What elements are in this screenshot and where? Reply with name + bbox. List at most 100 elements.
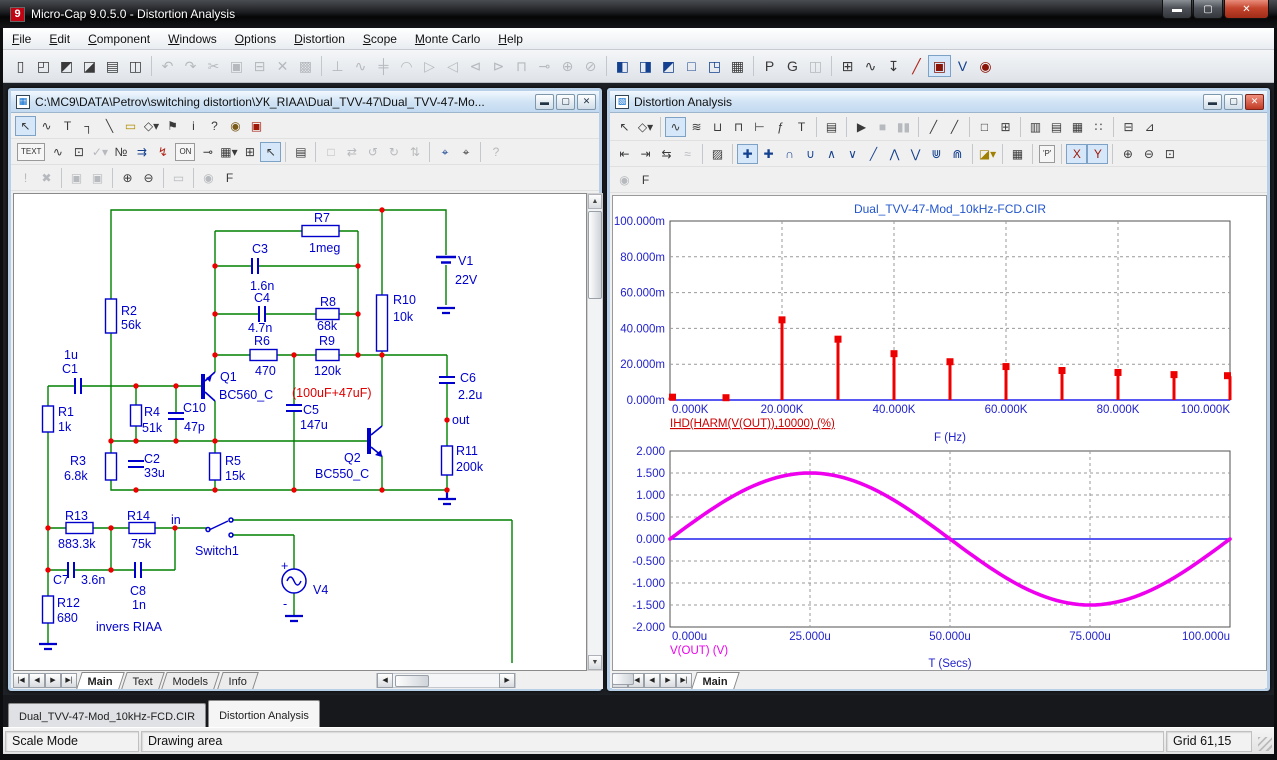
component-editor-icon[interactable]: P (758, 55, 781, 77)
valley-icon[interactable]: ∪ (800, 144, 821, 164)
border-display-icon[interactable]: ⊞ (239, 142, 260, 162)
print-icon[interactable]: ▤ (101, 55, 124, 77)
cut-icon[interactable]: ✂ (202, 55, 225, 77)
capacitor-C4[interactable] (259, 306, 265, 322)
page-nav-3[interactable]: ▶ (660, 673, 676, 688)
copy-page-icon[interactable]: ▣ (87, 168, 108, 188)
grid-horizontal-icon[interactable]: ▤ (1046, 117, 1067, 137)
capacitor-C3[interactable] (252, 258, 258, 274)
models-f-icon[interactable]: F (635, 170, 656, 190)
calculator-icon[interactable]: ▦ (726, 55, 749, 77)
child-minimize-button[interactable]: ▬ (535, 94, 554, 110)
next-waveform-icon[interactable]: ≋ (686, 117, 707, 137)
node-numbers-icon[interactable]: № (110, 142, 131, 162)
paste-icon[interactable]: ⊟ (248, 55, 271, 77)
signal-tool-icon[interactable]: ⊘ (579, 55, 602, 77)
switch-blade[interactable] (209, 521, 228, 530)
schematic-window[interactable]: ▦ C:\MC9\DATA\Petrov\switching distortio… (8, 88, 602, 691)
zoom-in-icon[interactable]: ⊕ (1117, 144, 1138, 164)
grid-display-icon[interactable]: ▦▾ (218, 142, 239, 162)
data-points-icon[interactable]: □ (974, 117, 995, 137)
power-display-icon[interactable]: ↯ (152, 142, 173, 162)
page-tab-models[interactable]: Models (161, 672, 220, 689)
x-range-icon[interactable]: X (1066, 144, 1087, 164)
select-mode-icon[interactable]: ↖ (614, 117, 635, 137)
package-editor-icon[interactable]: ◫ (804, 55, 827, 77)
resistor-R8[interactable] (316, 309, 339, 320)
screwdriver-icon[interactable]: ╱ (905, 55, 928, 77)
menu-monte-carlo[interactable]: Monte Carlo (406, 29, 489, 49)
pause-icon[interactable]: ▮▮ (893, 117, 914, 137)
globe-icon[interactable]: ◉ (614, 170, 635, 190)
polygon-mode-icon[interactable]: ◇▾ (141, 116, 162, 136)
select-curve-icon[interactable]: ▨ (707, 144, 728, 164)
cursor-wave-icon[interactable]: ≈ (677, 144, 698, 164)
cursor-mode-icon[interactable]: ∿ (665, 117, 686, 137)
step-display-icon[interactable]: ⊓ (728, 117, 749, 137)
doc-tab-distortion-analysis[interactable]: Distortion Analysis (208, 700, 320, 727)
menu-scope[interactable]: Scope (354, 29, 406, 49)
zoom-out-icon[interactable]: ⊖ (138, 168, 159, 188)
inflection-icon[interactable]: ╱ (863, 144, 884, 164)
resistor-R6[interactable] (250, 350, 277, 361)
probe-icon[interactable]: ↧ (882, 55, 905, 77)
scroll-down-icon[interactable]: ▼ (588, 655, 602, 670)
bottom-icon[interactable]: ⋁ (905, 144, 926, 164)
menu-file[interactable]: File (3, 29, 40, 49)
graph-paper-icon[interactable]: ⊞ (995, 117, 1016, 137)
resistor-R3[interactable] (106, 453, 117, 480)
resistor-R12[interactable] (43, 596, 54, 623)
undo-icon[interactable]: ↶ (156, 55, 179, 77)
peak-icon[interactable]: ∩ (779, 144, 800, 164)
p-key-icon[interactable]: 'P' (1039, 145, 1055, 163)
scope-icon[interactable]: ▣ (928, 55, 951, 77)
inductor-tool-icon[interactable]: ◠ (395, 55, 418, 77)
properties-icon[interactable]: ▤ (290, 142, 311, 162)
select-mode-icon[interactable]: ↖ (15, 116, 36, 136)
vscroll-thumb[interactable] (588, 211, 602, 299)
chart-area[interactable]: Dual_TVV-47-Mod_10kHz-FCD.CIR100.000m80.… (612, 195, 1267, 671)
new-icon[interactable]: ▯ (9, 55, 32, 77)
split-vertical-icon[interactable]: ◨ (634, 55, 657, 77)
menu-help[interactable]: Help (489, 29, 532, 49)
state-display-icon[interactable]: ON (175, 143, 195, 161)
grid-both-icon[interactable]: ▦ (1067, 117, 1088, 137)
flip-vertical-icon[interactable]: ⇅ (404, 142, 425, 162)
globe-icon[interactable]: ◉ (198, 168, 219, 188)
menu-distortion[interactable]: Distortion (285, 29, 354, 49)
vi-probe-icon[interactable]: V (951, 55, 974, 77)
capacitor-C6[interactable] (439, 377, 455, 383)
zoom-in-icon[interactable]: ⊕ (117, 168, 138, 188)
limits-icon[interactable]: ⊢ (749, 117, 770, 137)
cursor-left-icon[interactable]: ⇤ (614, 144, 635, 164)
resistor-R14[interactable] (129, 523, 155, 534)
global-high-icon[interactable]: ⋒ (947, 144, 968, 164)
titlebar[interactable]: 9 Micro-Cap 9.0.5.0 - Distortion Analysi… (0, 0, 1277, 28)
capacitor-C2[interactable] (128, 461, 144, 467)
page-nav-1[interactable]: ◀ (29, 673, 45, 688)
go-left-icon[interactable]: ✚ (737, 144, 758, 164)
child-close-button[interactable]: ✕ (577, 94, 596, 110)
text-mode-icon[interactable]: T (57, 116, 78, 136)
page-nav-4[interactable]: ▶| (676, 673, 692, 688)
text-mode-icon[interactable]: T (791, 117, 812, 137)
grid-dots-icon[interactable]: ∷ (1088, 117, 1109, 137)
shape-mode-icon[interactable]: ◇▾ (635, 117, 656, 137)
page-nav-3[interactable]: ▶| (61, 673, 77, 688)
zoom-fit-icon[interactable]: ⊡ (1159, 144, 1180, 164)
transistor-Q2[interactable] (367, 428, 371, 454)
annotate-line-icon[interactable]: ╱ (944, 117, 965, 137)
component-mode-icon[interactable]: ∿ (36, 116, 57, 136)
print-preview-icon[interactable]: ◫ (124, 55, 147, 77)
current-display-icon[interactable]: ⇉ (131, 142, 152, 162)
zoom-out-icon[interactable]: ⊖ (1138, 144, 1159, 164)
page-nav-2[interactable]: ◀ (644, 673, 660, 688)
buffer-tool-icon[interactable]: ⊳ (487, 55, 510, 77)
text-visibility-button[interactable]: TEXT (17, 143, 45, 161)
resistor-R11[interactable] (442, 446, 453, 475)
line-mode-icon[interactable]: ╲ (99, 116, 120, 136)
battery-V1[interactable] (436, 257, 456, 263)
source-tool-icon[interactable]: ⊕ (556, 55, 579, 77)
child-minimize-button[interactable]: ▬ (1203, 94, 1222, 110)
schematic-canvas[interactable]: R256kR71megC31.6nC44.7nR868kR6470R9120kR… (13, 193, 587, 671)
